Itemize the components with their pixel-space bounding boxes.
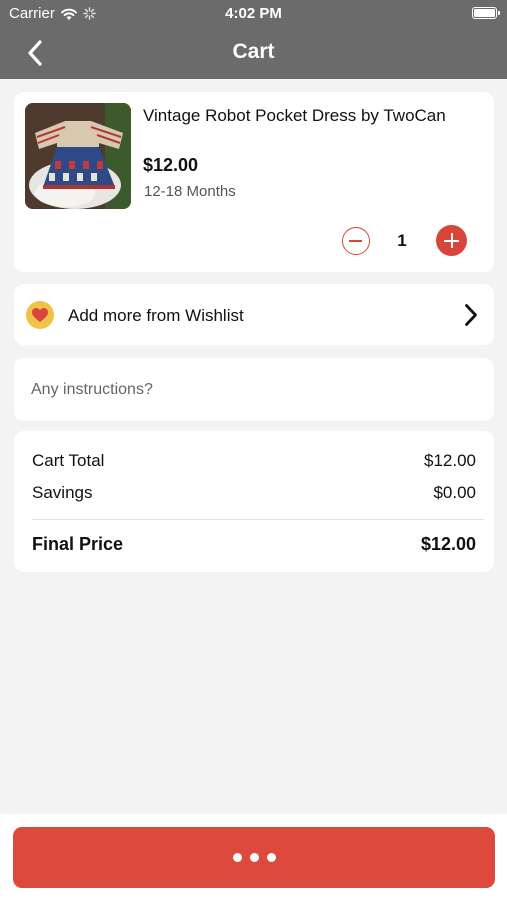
- product-image[interactable]: [25, 103, 131, 209]
- bottom-bar: [0, 814, 507, 900]
- cart-item-card: Vintage Robot Pocket Dress by TwoCan $12…: [14, 92, 494, 272]
- final-price-label: Final Price: [32, 534, 124, 554]
- increase-quantity-button[interactable]: [436, 225, 467, 256]
- product-size: 12-18 Months: [144, 183, 236, 200]
- savings-value: $0.00: [433, 483, 476, 502]
- final-price-value: $12.00: [420, 534, 476, 554]
- add-from-wishlist-row[interactable]: Add more from Wishlist: [14, 284, 494, 345]
- divider: [32, 519, 484, 520]
- savings-row: Savings $0.00: [32, 483, 476, 503]
- checkout-button[interactable]: [13, 827, 495, 888]
- savings-label: Savings: [32, 483, 93, 502]
- loading-dot-icon: [249, 853, 259, 862]
- cart-total-label: Cart Total: [32, 451, 105, 470]
- instructions-input[interactable]: [31, 358, 481, 421]
- dress-photo: [25, 103, 131, 209]
- top-bar: Carrier 4:02 PM Cart: [0, 0, 507, 79]
- loading-dot-icon: [266, 853, 276, 862]
- heart-icon: [32, 308, 48, 322]
- instructions-card: [14, 358, 494, 421]
- price-summary-card: Cart Total $12.00 Savings $0.00 Final Pr…: [14, 431, 494, 572]
- cart-total-row: Cart Total $12.00: [32, 451, 476, 471]
- battery-icon: [472, 7, 500, 19]
- cart-total-value: $12.00: [424, 451, 476, 470]
- product-name[interactable]: Vintage Robot Pocket Dress by TwoCan: [143, 105, 463, 127]
- loading-dot-icon: [232, 853, 242, 862]
- product-price: $12.00: [143, 155, 199, 175]
- quantity-value: 1: [397, 231, 407, 250]
- decrease-quantity-button[interactable]: [342, 227, 370, 255]
- chevron-right-icon: [465, 304, 477, 326]
- wishlist-label: Add more from Wishlist: [68, 306, 244, 325]
- status-bar: Carrier 4:02 PM: [0, 0, 507, 28]
- navigation-bar: Cart: [0, 28, 507, 79]
- wishlist-badge: [26, 301, 54, 329]
- clock: 4:02 PM: [225, 5, 282, 22]
- final-price-row: Final Price $12.00: [32, 534, 476, 555]
- page-title: Cart: [232, 40, 275, 63]
